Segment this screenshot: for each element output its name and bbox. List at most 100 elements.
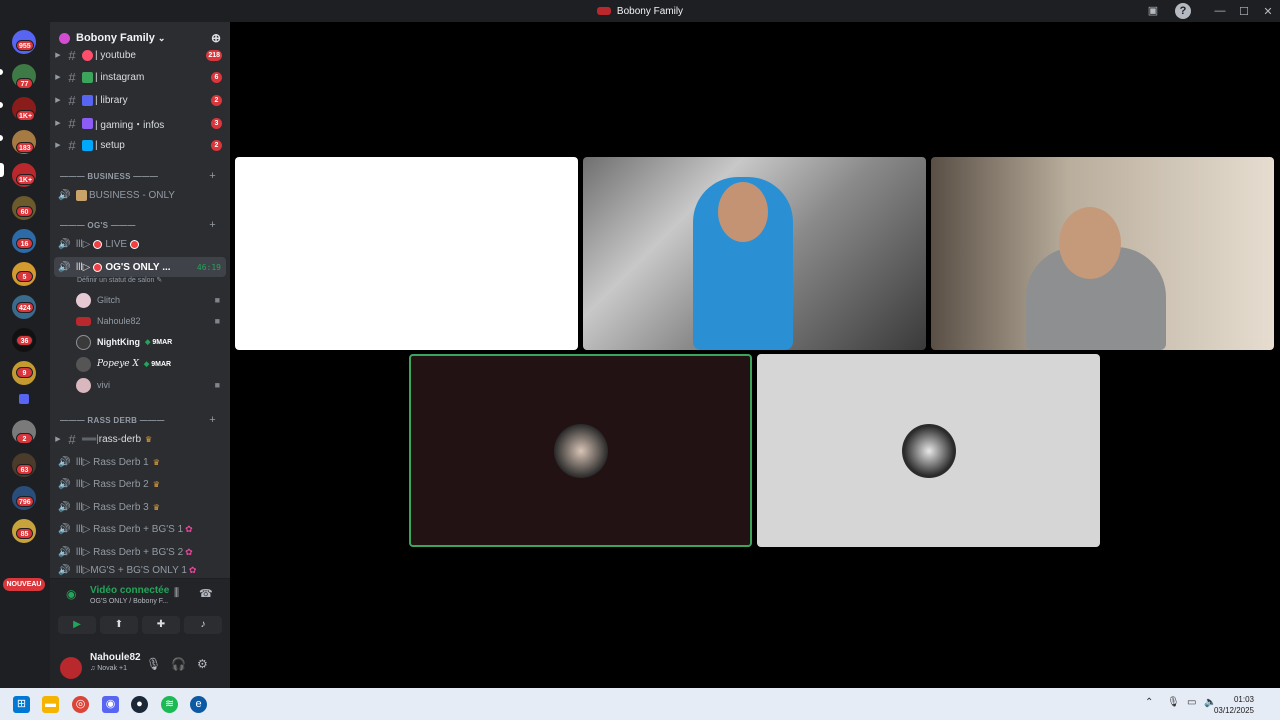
video-tile-nahoule[interactable] <box>931 157 1274 350</box>
collapse-arrow-icon: ▶ <box>55 97 61 104</box>
channel-rass-derb[interactable]: ▶ # ══| rass-derb ♛ <box>54 429 226 449</box>
voice-channel-business[interactable]: 🔊 BUSINESS - ONLY <box>54 185 226 205</box>
user-name: Popeye X <box>97 359 139 369</box>
help-icon[interactable]: ? <box>1175 3 1191 19</box>
activities-button[interactable]: ✚ <box>142 616 180 634</box>
system-clock[interactable]: 01:03 03/12/2025 <box>1214 694 1254 716</box>
category-rass-derb[interactable]: ——— RASS DERB ——— + <box>60 413 222 427</box>
gear-icon[interactable]: ⚙ <box>197 657 208 671</box>
avatar <box>76 356 91 372</box>
channel-library[interactable]: ▶ # | library 2 <box>54 90 226 110</box>
voice-user[interactable]: NightKing 9MAR <box>76 332 224 352</box>
clock-time: 01:03 <box>1233 695 1254 704</box>
add-channel-icon[interactable]: + <box>209 414 216 426</box>
windows-start-icon[interactable]: ⊞ <box>13 696 30 713</box>
voice-channel-live[interactable]: 🔊 lll▷ LIVE <box>54 234 226 254</box>
add-channel-icon[interactable]: + <box>209 219 216 231</box>
unread-count: 218 <box>206 49 222 61</box>
channel-status-hint[interactable]: Définir un statut de salon ✎ <box>77 276 162 284</box>
channel-name: Rass Derb 2 <box>93 478 149 490</box>
voice-status[interactable]: Vidéo connectée <box>90 585 169 596</box>
soundboard-button[interactable]: ♪ <box>184 616 222 634</box>
video-tile-vivi[interactable] <box>583 157 926 350</box>
mention-badge: 5 <box>16 271 33 282</box>
camera-button[interactable]: ▶ <box>58 616 96 634</box>
hash-icon: # <box>68 431 76 447</box>
signal-icon: ◉ <box>66 587 77 601</box>
maximize-button[interactable]: ☐ <box>1232 5 1256 18</box>
edge-icon[interactable]: e <box>190 696 207 713</box>
invite-people-icon[interactable]: ⊕ <box>211 31 221 45</box>
channel-name: LIVE <box>105 238 128 250</box>
voice-user[interactable]: Popeye X 9MAR <box>76 354 224 374</box>
spotify-icon[interactable]: ≋ <box>161 696 178 713</box>
voice-channel-ogs-only[interactable]: 🔊 lll▷ OG'S ONLY ... 46:19 <box>54 257 226 277</box>
minimize-button[interactable]: — <box>1208 5 1232 17</box>
channel-name: | library <box>95 94 128 106</box>
collapse-arrow-icon: ▶ <box>55 120 61 127</box>
channel-instagram[interactable]: ▶ # | instagram 6 <box>54 67 226 87</box>
discord-icon[interactable]: ◉ <box>102 696 119 713</box>
user-activity: ♫ Novak +1 <box>90 665 127 672</box>
channel-name: | instagram <box>95 71 145 83</box>
window-titlebar: Bobony Family ▣ ? — ☐ ✕ <box>0 0 1280 22</box>
microphone-icon[interactable]: 🎙 <box>146 657 161 671</box>
voice-channel-rass-1[interactable]: 🔊 lll▷ Rass Derb 1 ♛ <box>54 452 226 472</box>
file-explorer-icon[interactable]: ▬ <box>42 696 59 713</box>
clock-date: 03/12/2025 <box>1213 706 1254 715</box>
avatar[interactable] <box>60 657 82 679</box>
channel-name: BUSINESS - ONLY <box>89 189 175 201</box>
voice-channel-rass-bg-2[interactable]: 🔊 lll▷ Rass Derb + BG'S 2 ✿ <box>54 542 226 562</box>
voice-channel-rass-2[interactable]: 🔊 lll▷ Rass Derb 2 ♛ <box>54 474 226 494</box>
disconnect-icon[interactable]: ☎ <box>199 587 213 600</box>
voice-user[interactable]: Glitch ■ <box>76 290 224 310</box>
steam-icon[interactable]: ● <box>131 696 148 713</box>
chevron-up-icon[interactable]: ⌃ <box>1145 697 1153 708</box>
category-label: ——— RASS DERB ——— <box>60 415 165 425</box>
voice-connection-panel: ◉ Vidéo connectée OG'S ONLY / Bobony F..… <box>50 578 230 648</box>
voice-channel-rass-3[interactable]: 🔊 lll▷ Rass Derb 3 ♛ <box>54 497 226 517</box>
camera-icon: ■ <box>214 295 220 305</box>
voice-channel-mgs-bgs[interactable]: 🔊 lll▷ MG'S + BG'S ONLY 1 ✿ <box>54 564 226 576</box>
network-icon[interactable]: ▭ <box>1187 697 1196 708</box>
voice-channel-rass-bg-1[interactable]: 🔊 lll▷ Rass Derb + BG'S 1 ✿ <box>54 519 226 539</box>
noise-suppression-icon[interactable]: ⫼ <box>174 587 179 600</box>
screen-share-button[interactable]: ⬆ <box>100 616 138 634</box>
speaker-icon: 🔊 <box>58 523 71 535</box>
crown-icon: ♛ <box>152 457 160 467</box>
channel-setup[interactable]: ▶ # | setup 2 <box>54 135 226 155</box>
camera-icon: ■ <box>214 380 220 390</box>
category-label: ——— OG'S ——— <box>60 220 136 230</box>
voice-user[interactable]: vivi ■ <box>76 375 224 395</box>
mention-badge: 424 <box>16 302 34 313</box>
inbox-icon[interactable]: ▣ <box>1145 3 1161 19</box>
channel-name: | youtube <box>95 49 136 61</box>
unread-pill <box>0 102 3 108</box>
channel-emoji-icon <box>82 117 93 129</box>
headphones-icon[interactable]: 🎧 <box>171 657 186 671</box>
voice-user[interactable]: Nahoule82 ■ <box>76 311 224 331</box>
category-ogs[interactable]: ——— OG'S ——— + <box>60 218 222 232</box>
microphone-icon[interactable]: 🎙 <box>1167 697 1180 708</box>
chrome-icon[interactable]: ◎ <box>72 696 89 713</box>
channel-gaming-infos[interactable]: ▶ # | gaming・infos 3 <box>54 113 226 133</box>
channel-youtube[interactable]: ▶ # | youtube 218 <box>54 45 226 65</box>
new-servers-badge[interactable]: NOUVEAU <box>3 578 45 591</box>
flower-icon: ✿ <box>188 564 197 575</box>
user-name[interactable]: Nahoule82 <box>90 652 141 663</box>
server-name: Bobony Family <box>76 32 155 44</box>
channel-emoji-icon <box>82 49 93 61</box>
mention-badge: 85 <box>16 528 33 539</box>
add-channel-icon[interactable]: + <box>209 170 216 182</box>
speaker-icon: 🔊 <box>58 456 71 468</box>
video-tile-nightking[interactable] <box>409 354 752 547</box>
video-tile-glitch[interactable] <box>235 157 578 350</box>
close-button[interactable]: ✕ <box>1256 5 1280 18</box>
collapse-arrow-icon: ▶ <box>55 52 61 59</box>
category-business[interactable]: ——— BUSINESS ——— + <box>60 169 222 183</box>
collapse-arrow-icon: ▶ <box>55 436 61 443</box>
avatar <box>553 423 608 478</box>
voice-channel-link[interactable]: OG'S ONLY / Bobony F... <box>90 598 168 605</box>
folder-icon[interactable] <box>19 394 29 404</box>
video-tile-popeye[interactable] <box>757 354 1100 547</box>
